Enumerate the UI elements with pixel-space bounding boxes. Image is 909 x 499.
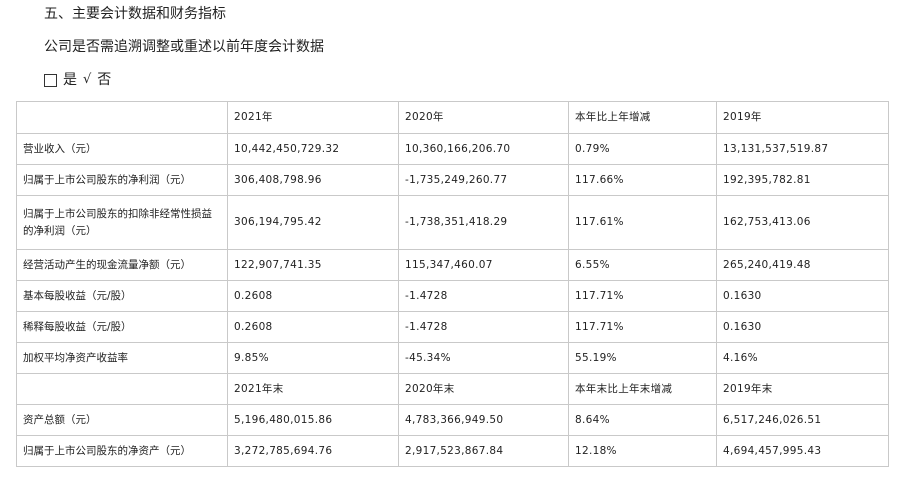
- value-cell: 本年末比上年末增减: [568, 373, 717, 405]
- restatement-options: 是 √ 否: [44, 70, 117, 90]
- value-cell: -1.4728: [398, 280, 569, 312]
- value-cell: 2020年末: [398, 373, 569, 405]
- value-cell: -1,735,249,260.77: [398, 164, 569, 196]
- value-cell: 4,783,366,949.50: [398, 404, 569, 436]
- value-cell: -1.4728: [398, 311, 569, 343]
- row-label-cell: [16, 373, 228, 405]
- table-row: 营业收入（元） 10,442,450,729.32 10,360,166,206.7…: [16, 133, 889, 165]
- row-label-cell: 营业收入（元）: [16, 133, 228, 165]
- value-cell: 2,917,523,867.84: [398, 435, 569, 467]
- value-cell: 162,753,413.06: [716, 195, 889, 250]
- value-cell: 2019年: [716, 101, 889, 134]
- row-label-cell: [16, 101, 228, 134]
- value-cell: 2020年: [398, 101, 569, 134]
- row-label-cell: 经营活动产生的现金流量净额（元）: [16, 249, 228, 281]
- row-label-cell: 归属于上市公司股东的净资产（元）: [16, 435, 228, 467]
- value-cell: 0.79%: [568, 133, 717, 165]
- table-row: 归属于上市公司股东的净利润（元） 306,408,798.96 -1,735,249…: [16, 164, 889, 196]
- table-row: 归属于上市公司股东的扣除非经常性损益的净利润（元） 306,194,795.42-…: [16, 195, 889, 250]
- value-cell: 117.71%: [568, 311, 717, 343]
- section-heading: 五、主要会计数据和财务指标: [44, 6, 226, 22]
- value-cell: 117.61%: [568, 195, 717, 250]
- value-cell: 117.66%: [568, 164, 717, 196]
- row-label-cell: 基本每股收益（元/股）: [16, 280, 228, 312]
- value-cell: 122,907,741.35: [227, 249, 399, 281]
- value-cell: 2021年末: [227, 373, 399, 405]
- financial-indicators-table: 2021年 2020年 本年比上年增减 2019年 营业收入（元） 10,442,450,…: [16, 101, 889, 467]
- value-cell: 10,360,166,206.70: [398, 133, 569, 165]
- value-cell: 4.16%: [716, 342, 889, 374]
- value-cell: 0.2608: [227, 280, 399, 312]
- value-cell: 4,694,457,995.43: [716, 435, 889, 467]
- value-cell: 0.1630: [716, 311, 889, 343]
- no-label: 否: [97, 72, 112, 88]
- value-cell: 117.71%: [568, 280, 717, 312]
- row-label-cell: 归属于上市公司股东的扣除非经常性损益的净利润（元）: [16, 195, 228, 250]
- value-cell: 306,408,798.96: [227, 164, 399, 196]
- value-cell: 9.85%: [227, 342, 399, 374]
- value-cell: 265,240,419.48: [716, 249, 889, 281]
- table-header-row: 2021年 2020年 本年比上年增减 2019年: [16, 101, 889, 134]
- value-cell: 13,131,537,519.87: [716, 133, 889, 165]
- value-cell: 192,395,782.81: [716, 164, 889, 196]
- table-header-row: 2021年末 2020年末 本年末比上年末增减 2019年末: [16, 373, 889, 405]
- yes-label: 是: [63, 72, 77, 88]
- value-cell: 6,517,246,026.51: [716, 404, 889, 436]
- value-cell: -45.34%: [398, 342, 569, 374]
- value-cell: 2019年末: [716, 373, 889, 405]
- value-cell: 本年比上年增减: [568, 101, 717, 134]
- value-cell: 2021年: [227, 101, 399, 134]
- row-label-cell: 归属于上市公司股东的净利润（元）: [16, 164, 228, 196]
- value-cell: 12.18%: [568, 435, 717, 467]
- value-cell: 0.1630: [716, 280, 889, 312]
- row-label-cell: 资产总额（元）: [16, 404, 228, 436]
- value-cell: -1,738,351,418.29: [398, 195, 569, 250]
- yes-checkbox[interactable]: [44, 73, 57, 87]
- value-cell: 0.2608: [227, 311, 399, 343]
- table-row: 加权平均净资产收益率 9.85% -45.34% 55.19% 4.16%: [16, 342, 889, 374]
- table-row: 经营活动产生的现金流量净额（元） 122,907,741.35 115,347,46…: [16, 249, 889, 281]
- restatement-question: 公司是否需追溯调整或重述以前年度会计数据: [44, 39, 324, 55]
- row-label-cell: 加权平均净资产收益率: [16, 342, 228, 374]
- checkmark-icon: √: [83, 72, 92, 87]
- value-cell: 5,196,480,015.86: [227, 404, 399, 436]
- table-row: 基本每股收益（元/股） 0.2608 -1.4728 117.71% 0.1630: [16, 280, 889, 312]
- table-row: 资产总额（元） 5,196,480,015.86 4,783,366,949.50 8…: [16, 404, 889, 436]
- value-cell: 10,442,450,729.32: [227, 133, 399, 165]
- value-cell: 55.19%: [568, 342, 717, 374]
- value-cell: 6.55%: [568, 249, 717, 281]
- row-label-cell: 稀释每股收益（元/股）: [16, 311, 228, 343]
- table-row: 归属于上市公司股东的净资产（元） 3,272,785,694.76 2,917,52…: [16, 435, 889, 467]
- value-cell: 306,194,795.42: [227, 195, 399, 250]
- value-cell: 8.64%: [568, 404, 717, 436]
- table-row: 稀释每股收益（元/股） 0.2608 -1.4728 117.71% 0.1630: [16, 311, 889, 343]
- value-cell: 3,272,785,694.76: [227, 435, 399, 467]
- value-cell: 115,347,460.07: [398, 249, 569, 281]
